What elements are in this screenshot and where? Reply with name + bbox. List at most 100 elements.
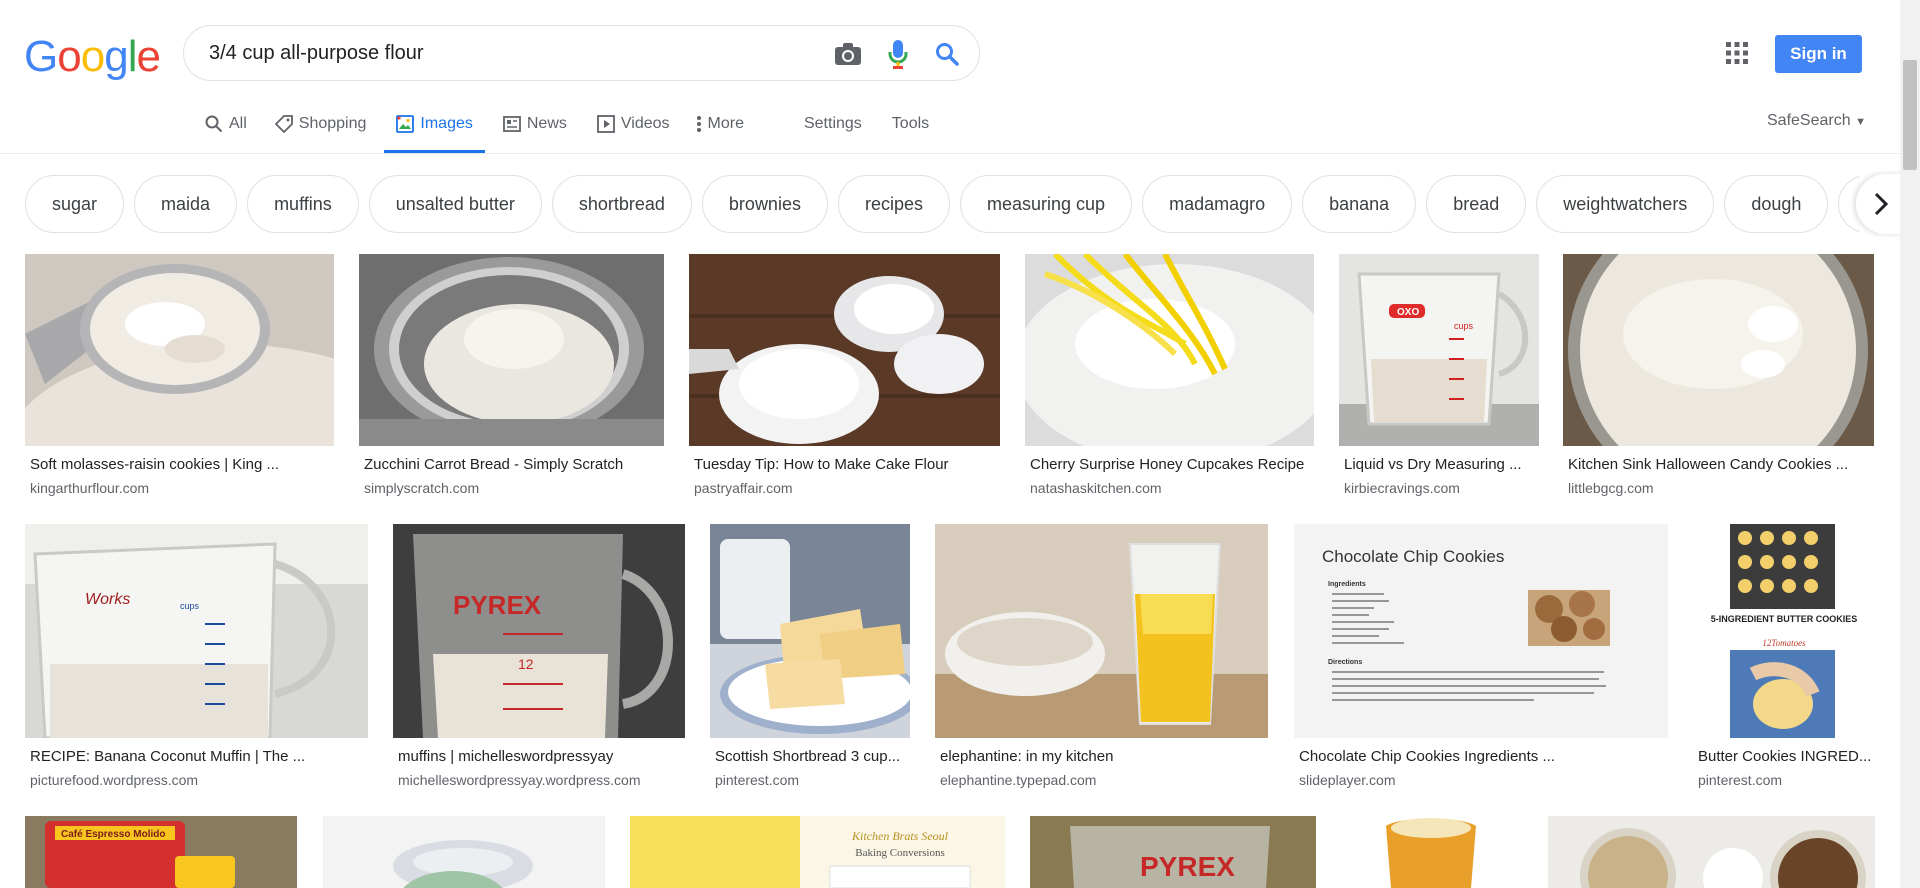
- tab-news[interactable]: News: [502, 108, 567, 140]
- result-thumbnail: [689, 254, 1000, 446]
- result-thumbnail: [323, 816, 605, 888]
- image-result[interactable]: Kitchen Brats Seoul Baking Conversions: [630, 816, 1005, 888]
- result-title: Chocolate Chip Cookies Ingredients ...: [1299, 748, 1555, 765]
- result-thumbnail: [1548, 816, 1875, 888]
- tab-settings[interactable]: Settings: [804, 108, 862, 140]
- tab-label: Images: [420, 115, 473, 132]
- image-result[interactable]: [1341, 816, 1523, 888]
- result-thumbnail: [25, 254, 334, 446]
- safesearch-label: SafeSearch: [1767, 112, 1851, 129]
- chip-sugar[interactable]: sugar: [25, 175, 125, 233]
- chip-madamagro[interactable]: madamagro: [1142, 175, 1293, 233]
- scrollbar-thumb[interactable]: [1903, 60, 1917, 170]
- search-icon[interactable]: [931, 38, 963, 70]
- image-result[interactable]: [1548, 816, 1875, 888]
- result-thumbnail: [1341, 816, 1523, 888]
- tab-videos[interactable]: Videos: [596, 108, 670, 140]
- chevron-right-icon: [1874, 192, 1889, 216]
- image-result[interactable]: PYREX: [1030, 816, 1316, 888]
- safesearch-dropdown[interactable]: SafeSearch ▼: [1767, 112, 1866, 130]
- chip-weightwatchers[interactable]: weightwatchers: [1536, 175, 1715, 233]
- image-result[interactable]: Café Espresso Molido: [25, 816, 297, 888]
- chip-unsalted-butter[interactable]: unsalted butter: [368, 175, 542, 233]
- result-thumbnail: [935, 524, 1268, 738]
- result-thumbnail: 5-INGREDIENT BUTTER COOKIES 12Tomatoes: [1693, 524, 1875, 738]
- chip-muffins[interactable]: muffins: [247, 175, 359, 233]
- result-title: Butter Cookies INGRED...: [1698, 748, 1872, 765]
- result-title: Kitchen Sink Halloween Candy Cookies ...: [1568, 456, 1849, 473]
- tab-label: News: [526, 115, 567, 132]
- result-domain: natashaskitchen.com: [1030, 480, 1162, 496]
- caret-down-icon: ▼: [1855, 116, 1866, 128]
- result-title: elephantine: in my kitchen: [940, 748, 1114, 765]
- tab-label: All: [229, 115, 247, 132]
- search-box: [183, 25, 980, 81]
- result-domain: simplyscratch.com: [364, 480, 480, 496]
- result-title: Tuesday Tip: How to Make Cake Flour: [694, 456, 949, 473]
- tab-tools[interactable]: Tools: [892, 108, 929, 140]
- svg-text:Works: Works: [85, 591, 130, 608]
- related-searches-chips: sugar maida muffins unsalted butter shortbre…: [25, 175, 1860, 235]
- svg-text:OXO: OXO: [1397, 307, 1419, 318]
- svg-text:5-INGREDIENT BUTTER COOKIES: 5-INGREDIENT BUTTER COOKIES: [1711, 614, 1858, 624]
- chips-next-button[interactable]: [1856, 174, 1906, 234]
- tab-all[interactable]: All: [205, 108, 247, 140]
- chip-shortbread[interactable]: shortbread: [551, 175, 692, 233]
- news-icon: [502, 116, 521, 132]
- microphone-icon[interactable]: [882, 38, 914, 70]
- settings-label: Settings: [803, 115, 862, 132]
- result-title: Zucchini Carrot Bread - Simply Scratch: [364, 456, 624, 473]
- tab-shopping[interactable]: Shopping: [274, 108, 366, 140]
- tab-label: More: [707, 115, 744, 132]
- result-domain: elephantine.typepad.com: [940, 772, 1097, 788]
- result-domain: michelleswordpressyay.wordpress.com: [398, 772, 641, 788]
- result-thumbnail: [710, 524, 910, 738]
- result-domain: pastryaffair.com: [694, 480, 793, 496]
- chip-recipes[interactable]: recipes: [837, 175, 950, 233]
- chip-bread[interactable]: bread: [1426, 175, 1527, 233]
- svg-text:Café Espresso Molido: Café Espresso Molido: [61, 829, 165, 840]
- result-title: muffins | michelleswordpressyay: [398, 748, 614, 765]
- result-title: Liquid vs Dry Measuring ...: [1344, 456, 1522, 473]
- tab-label: Videos: [620, 115, 670, 132]
- result-title: Soft molasses-raisin cookies | King ...: [30, 456, 279, 473]
- result-title: RECIPE: Banana Coconut Muffin | The ...: [30, 748, 306, 765]
- result-thumbnail: PYREX: [1030, 816, 1316, 888]
- svg-text:cups: cups: [180, 601, 200, 611]
- chip-maida[interactable]: maida: [134, 175, 238, 233]
- result-domain: pinterest.com: [715, 772, 800, 788]
- search-input[interactable]: [209, 26, 789, 80]
- camera-icon[interactable]: [832, 38, 864, 70]
- logo-letter: G: [24, 32, 58, 81]
- logo-letter: e: [136, 32, 161, 81]
- tab-images[interactable]: Images: [384, 108, 486, 153]
- chip-dough[interactable]: dough: [1724, 175, 1829, 233]
- chip-brownies[interactable]: brownies: [701, 175, 828, 233]
- result-thumbnail: OXO cups: [1339, 254, 1539, 446]
- result-domain: picturefood.wordpress.com: [30, 772, 199, 788]
- tab-more[interactable]: More: [696, 108, 744, 140]
- image-icon: [396, 115, 415, 133]
- result-domain: littlebgcg.com: [1568, 480, 1654, 496]
- tools-label: Tools: [891, 115, 930, 132]
- header-divider: [0, 153, 1900, 154]
- search-icon: [205, 115, 223, 133]
- sign-in-button[interactable]: Sign in: [1775, 35, 1862, 73]
- tag-icon: [274, 115, 293, 133]
- apps-grid-icon[interactable]: [1725, 41, 1749, 65]
- result-domain: kirbiecravings.com: [1344, 480, 1460, 496]
- chip-measuring-cup[interactable]: measuring cup: [960, 175, 1133, 233]
- google-logo[interactable]: Google: [24, 32, 161, 82]
- logo-letter: o: [57, 32, 82, 81]
- logo-letter: o: [80, 32, 106, 81]
- logo-letter: g: [104, 32, 129, 81]
- svg-text:12Tomatoes: 12Tomatoes: [1762, 638, 1806, 648]
- svg-text:12: 12: [518, 656, 534, 672]
- result-thumbnail: Café Espresso Molido: [25, 816, 297, 888]
- svg-text:Ingredients: Ingredients: [1328, 581, 1366, 588]
- image-result[interactable]: [323, 816, 605, 888]
- result-title: Scottish Shortbread 3 cup...: [715, 748, 901, 765]
- chip-banana[interactable]: banana: [1302, 175, 1417, 233]
- search-tabs: All Shopping Images News Videos More Set…: [205, 108, 929, 153]
- svg-text:cups: cups: [1454, 321, 1474, 331]
